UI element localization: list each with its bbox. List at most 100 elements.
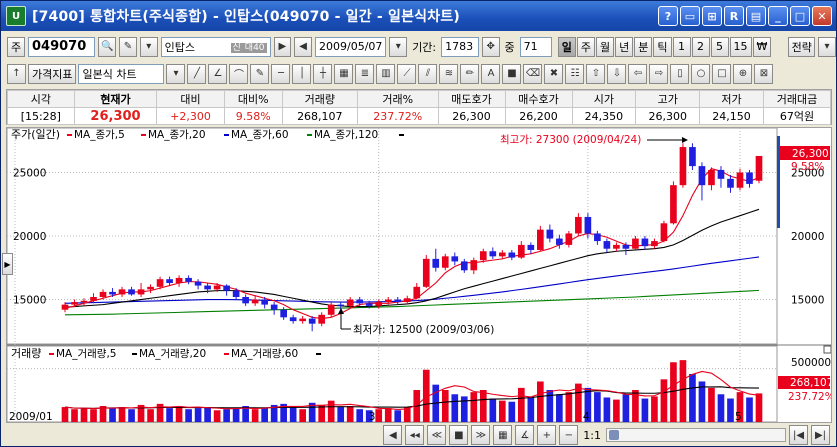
up-arrow-icon[interactable]: ↑ — [7, 63, 26, 84]
zoom-out-icon[interactable]: − — [559, 425, 579, 445]
volume-bar — [213, 410, 221, 422]
rewind-icon[interactable]: ≪ — [427, 425, 447, 445]
tab-won[interactable]: ₩ — [752, 36, 772, 57]
tab-tick[interactable]: 틱 — [653, 36, 672, 57]
count-input[interactable]: 71 — [519, 36, 552, 57]
price-axis-tick: 20000 — [791, 231, 824, 243]
eraser-icon[interactable]: ⌫ — [523, 63, 543, 84]
price-indicator-button[interactable]: 가격지표 — [28, 63, 77, 84]
chart-panel[interactable]: 주가(일간) MA_종가,5 MA_종가,20 MA_종가,60 MA_종가,120 … — [6, 127, 835, 423]
text-tool-icon[interactable]: A — [481, 63, 501, 84]
tab-2[interactable]: 2 — [691, 36, 710, 57]
volume-bar — [147, 409, 154, 422]
stock-code-input[interactable]: 049070 — [28, 36, 96, 57]
candle-body — [232, 290, 240, 297]
volume-bar — [327, 400, 335, 422]
tab-1[interactable]: 1 — [672, 36, 691, 57]
properties-icon[interactable]: ☷ — [565, 63, 585, 84]
candle-body — [708, 169, 715, 186]
legend-label: MA_종가,20 — [148, 129, 206, 141]
first-page-icon[interactable]: ◂◂ — [405, 425, 425, 445]
candle-body — [660, 223, 668, 242]
vertical-line-icon[interactable]: │ — [292, 63, 312, 84]
tab-year[interactable]: 년 — [615, 36, 634, 57]
arc-tool-icon[interactable]: ⌒ — [229, 63, 249, 84]
line-tool-icon[interactable]: ╱ — [187, 63, 207, 84]
pen-tool-icon[interactable]: ✎ — [250, 63, 270, 84]
arrow-right-icon[interactable]: ⇨ — [649, 63, 669, 84]
chart-style-select[interactable]: 일본식 차트 — [78, 63, 165, 84]
help-button[interactable]: ? — [658, 6, 678, 26]
candle-body — [432, 258, 440, 268]
draw-line-icon[interactable]: ∡ — [515, 425, 535, 445]
market-select[interactable]: 주 — [7, 36, 25, 57]
back-icon[interactable]: ◀ — [294, 36, 313, 57]
quote-header: 현재가 — [73, 90, 158, 108]
chart-style-dropdown-icon[interactable]: ▾ — [166, 63, 186, 84]
list-tool-icon[interactable]: ≣ — [355, 63, 375, 84]
volume-pane-close-icon[interactable] — [823, 345, 832, 354]
fibonacci-icon[interactable]: ≋ — [439, 63, 459, 84]
forward-icon[interactable]: ≫ — [471, 425, 491, 445]
zoom-slider-thumb[interactable] — [609, 430, 619, 440]
x-axis-label: 4 — [583, 411, 590, 422]
move-icon[interactable]: ✥ — [481, 36, 500, 57]
candle-body — [375, 302, 383, 306]
search-icon[interactable]: 🔍 — [98, 36, 117, 57]
refresh-button[interactable]: R — [724, 6, 744, 26]
stop-icon[interactable]: ■ — [449, 425, 469, 445]
strategy-dropdown-icon[interactable]: ▾ — [818, 36, 836, 57]
volume-bar — [451, 394, 459, 422]
note-icon[interactable]: ▯ — [670, 63, 690, 84]
zoom-in-icon[interactable]: + — [537, 425, 557, 445]
price-axis-tick: 15000 — [791, 295, 824, 307]
tab-minute[interactable]: 분 — [634, 36, 653, 57]
clear-all-icon[interactable]: ⊠ — [754, 63, 774, 84]
legend-label: MA_종가,5 — [74, 129, 125, 141]
arrow-up-icon[interactable]: ⇧ — [586, 63, 606, 84]
tab-5[interactable]: 5 — [710, 36, 729, 57]
draw-pencil-icon[interactable]: ✏ — [460, 63, 480, 84]
delete-drawing-icon[interactable]: ✖ — [544, 63, 564, 84]
circle-tool-icon[interactable]: ○ — [691, 63, 711, 84]
zoom-slider[interactable] — [606, 428, 786, 442]
horizontal-line-icon[interactable]: ─ — [271, 63, 291, 84]
cross-line-icon[interactable]: ┼ — [313, 63, 333, 84]
title-bar[interactable]: U [7400] 통합차트(주식종합) - 인탑스(049070 - 일간 - … — [1, 1, 836, 31]
maximize-button[interactable]: □ — [790, 6, 810, 26]
arrow-down-icon[interactable]: ⇩ — [607, 63, 627, 84]
date-input[interactable]: 2009/05/07 — [315, 36, 387, 57]
arrow-left-icon[interactable]: ⇦ — [628, 63, 648, 84]
tab-week[interactable]: 주 — [576, 36, 596, 57]
dropdown-icon[interactable]: ▾ — [139, 36, 158, 57]
rectangle-tool-icon[interactable]: □ — [712, 63, 732, 84]
minimize-button[interactable]: _ — [768, 6, 788, 26]
close-button[interactable]: ✕ — [812, 6, 832, 26]
candle-body — [508, 252, 516, 258]
goto-first-icon[interactable]: |◀ — [789, 425, 808, 445]
tab-15[interactable]: 15 — [729, 36, 752, 57]
strategy-button[interactable]: 전략 — [788, 36, 816, 57]
volume-bar — [223, 409, 230, 422]
date-dropdown-icon[interactable]: ▾ — [389, 36, 408, 57]
play-icon[interactable]: ▶ — [273, 36, 292, 57]
link-button[interactable]: ⊞ — [702, 6, 722, 26]
channel-tool-icon[interactable]: ⫽ — [418, 63, 438, 84]
tab-month[interactable]: 월 — [596, 36, 615, 57]
color-tool-icon[interactable]: ■ — [502, 63, 522, 84]
goto-last-icon[interactable]: ▶| — [811, 425, 830, 445]
settings-button[interactable]: ▤ — [746, 6, 766, 26]
screen-button[interactable]: ▭ — [680, 6, 700, 26]
bars-tool-icon[interactable]: ▥ — [376, 63, 396, 84]
tab-day[interactable]: 일 — [557, 36, 576, 57]
chart-svg[interactable]: 주가(일간) MA_종가,5 MA_종가,20 MA_종가,60 MA_종가,120 … — [6, 127, 835, 423]
period-input[interactable]: 1783 — [441, 36, 479, 57]
grid-tool-icon[interactable]: ▦ — [334, 63, 354, 84]
chart-type-icon[interactable]: ▦ — [493, 425, 513, 445]
scroll-left-icon[interactable]: ◀ — [383, 425, 403, 445]
trend-tool-icon[interactable]: ⟋ — [397, 63, 417, 84]
angle-tool-icon[interactable]: ∠ — [208, 63, 228, 84]
edit-icon[interactable]: ✎ — [119, 36, 137, 57]
zoom-icon[interactable]: ⊕ — [733, 63, 753, 84]
side-panel-toggle-icon[interactable]: ▶ — [2, 253, 13, 275]
